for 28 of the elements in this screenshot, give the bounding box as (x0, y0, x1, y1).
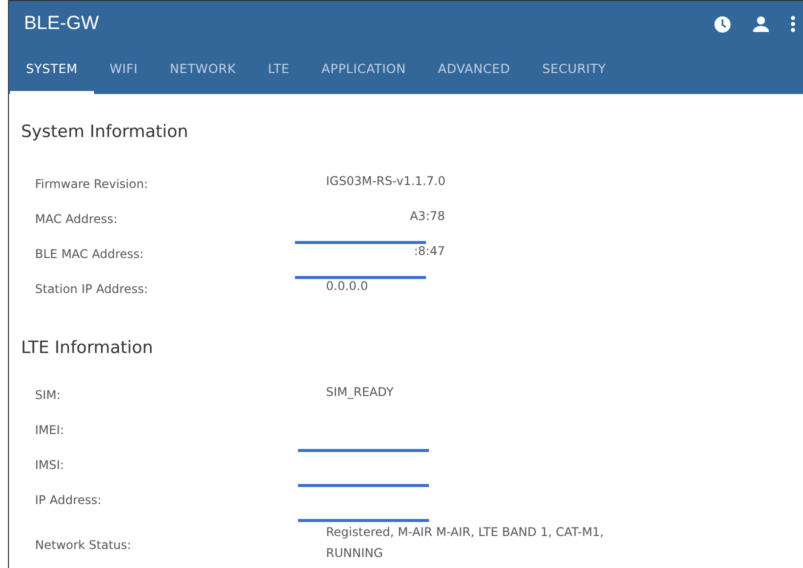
field-label: Station IP Address: (34, 280, 149, 298)
section-title: LTE Information (21, 336, 154, 360)
field-value: SIM_READY (326, 384, 394, 401)
tab[interactable]: SYSTEM (10, 47, 94, 94)
clock-icon[interactable] (714, 16, 731, 32)
field-label: BLE MAC Address: (34, 246, 145, 262)
field-value: A3:78 (410, 208, 445, 224)
user-icon[interactable] (753, 16, 769, 32)
tab[interactable]: APPLICATION (306, 47, 422, 94)
field-label: Firmware Revision: (34, 176, 150, 192)
section-title: System Information (21, 121, 190, 144)
field-value: 0.0.0.0 (326, 278, 368, 294)
field-label: IMSI: (34, 457, 66, 474)
field-label: SIM: (34, 387, 62, 404)
field-label: IMEI: (34, 422, 66, 439)
app-title: BLE-GW (24, 12, 99, 36)
more-icon[interactable] (791, 16, 795, 32)
tab[interactable]: WIFI (94, 47, 154, 94)
field-label: IP Address: (34, 492, 102, 509)
tab[interactable]: ADVANCED (422, 47, 526, 94)
tab[interactable]: LTE (252, 47, 306, 94)
field-value: IGS03M-RS-v1.1.7.0 (326, 172, 446, 190)
field-label: Network Status: (34, 537, 132, 554)
tab[interactable]: NETWORK (154, 47, 252, 94)
tab[interactable]: SECURITY (526, 47, 622, 94)
field-value: Registered, M-AIR M-AIR, LTE BAND 1, CAT-M1, RUNNING (326, 524, 605, 562)
field-value: :8:47 (414, 242, 445, 260)
field-label: MAC Address: (34, 210, 118, 228)
